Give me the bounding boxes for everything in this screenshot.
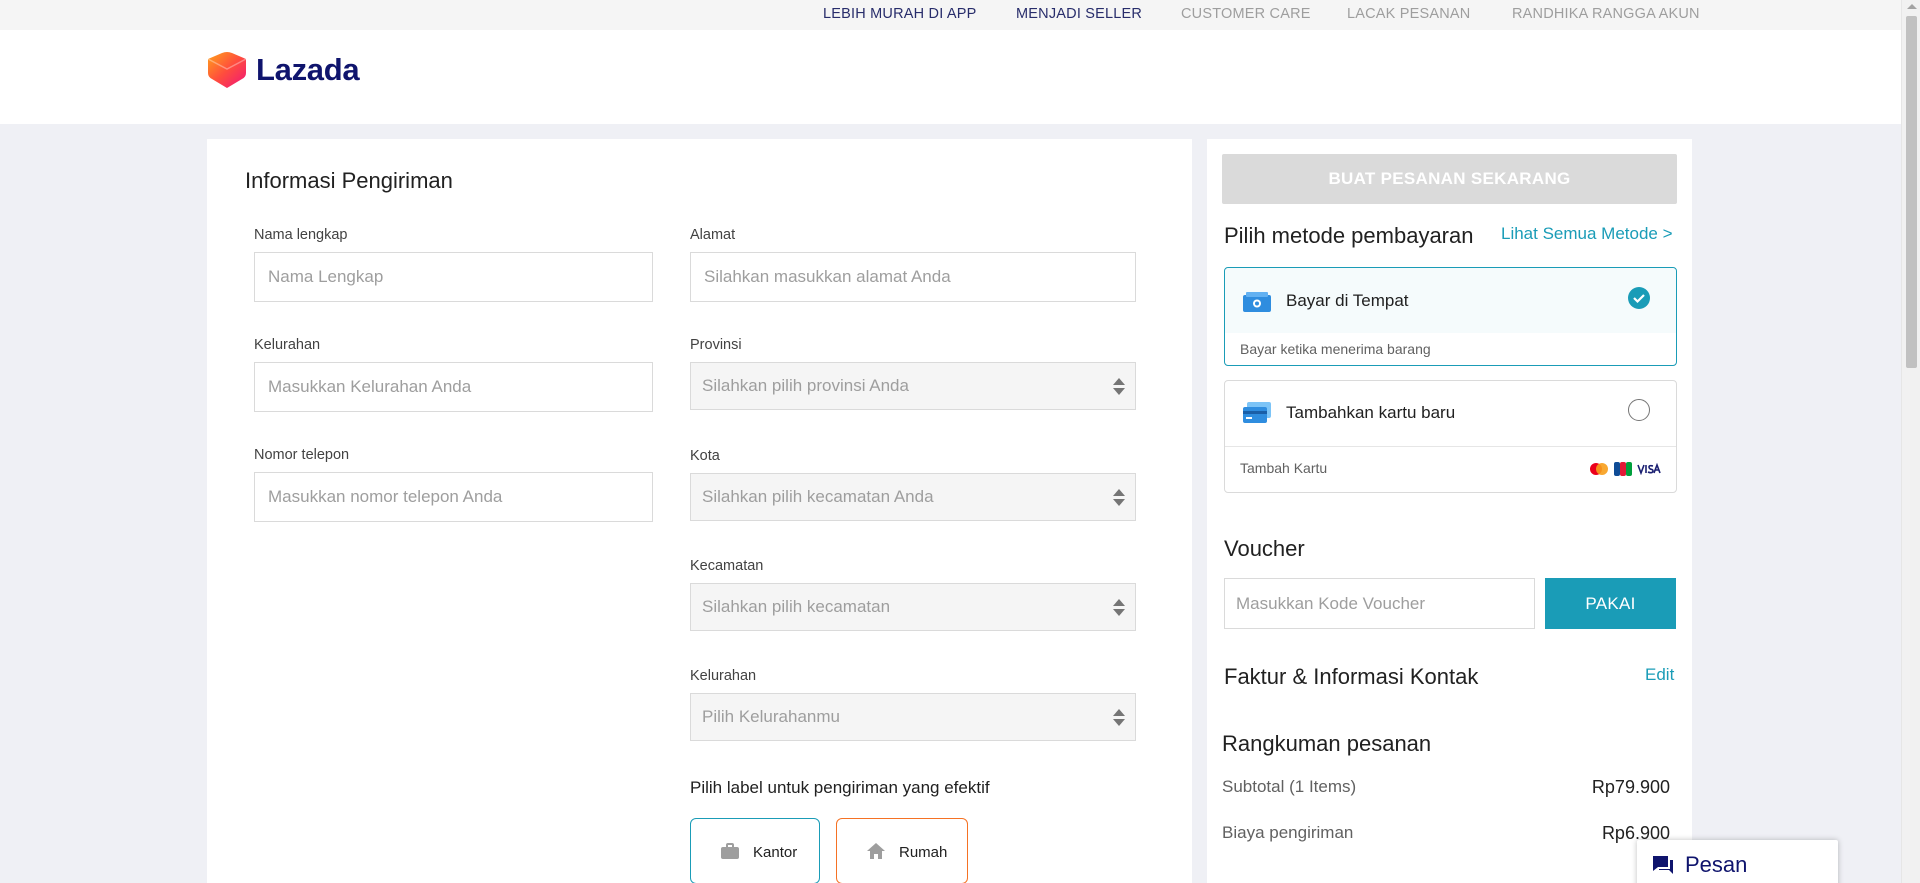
address-label: Alamat bbox=[690, 227, 736, 243]
kelurahan-input[interactable]: Masukkan Kelurahan Anda bbox=[254, 362, 653, 412]
district-label: Kecamatan bbox=[690, 558, 764, 574]
new-card-title: Tambahkan kartu baru bbox=[1286, 403, 1456, 422]
payment-option-new-card[interactable]: Tambahkan kartu baru Tambah Kartu bbox=[1224, 380, 1677, 493]
select-arrows-icon bbox=[1113, 709, 1125, 727]
briefcase-icon bbox=[721, 843, 739, 859]
subtotal-value: Rp79.900 bbox=[1591, 777, 1670, 797]
city-select-value: Silahkan pilih kecamatan Anda bbox=[702, 487, 934, 506]
shipping-title: Informasi Pengiriman bbox=[245, 168, 453, 193]
name-label: Nama lengkap bbox=[254, 227, 348, 243]
invoice-edit-link[interactable]: Edit bbox=[1645, 665, 1674, 685]
shipping-fee-label: Biaya pengiriman bbox=[1222, 823, 1354, 842]
name-input[interactable]: Nama Lengkap bbox=[254, 252, 653, 302]
divider bbox=[1225, 446, 1676, 447]
address-label-prompt: Pilih label untuk pengiriman yang efekti… bbox=[690, 778, 990, 797]
cod-subtitle: Bayar ketika menerima barang bbox=[1240, 341, 1431, 357]
see-all-methods-link[interactable]: Lihat Semua Metode > bbox=[1501, 224, 1673, 244]
site-header: Lazada bbox=[0, 30, 1901, 124]
kelurahan-label: Kelurahan bbox=[254, 337, 321, 353]
check-circle-icon bbox=[1628, 287, 1650, 309]
payment-title: Pilih metode pembayaran bbox=[1224, 223, 1474, 248]
address-input[interactable]: Silahkan masukkan alamat Anda bbox=[690, 252, 1136, 302]
province-select[interactable]: Silahkan pilih provinsi Anda bbox=[690, 362, 1136, 410]
city-label: Kota bbox=[690, 448, 720, 464]
top-utility-bar: LEBIH MURAH DI APP MENJADI SELLER CUSTOM… bbox=[0, 0, 1901, 30]
label-office-text: Kantor bbox=[753, 844, 798, 861]
summary-title: Rangkuman pesanan bbox=[1222, 731, 1432, 756]
select-arrows-icon bbox=[1113, 599, 1125, 617]
subdistrict-select-value: Pilih Kelurahanmu bbox=[702, 707, 840, 726]
customer-care-link[interactable]: CUSTOMER CARE bbox=[1181, 6, 1311, 22]
seller-link[interactable]: MENJADI SELLER bbox=[1016, 6, 1142, 22]
radio-unchecked-icon bbox=[1628, 399, 1650, 421]
voucher-title: Voucher bbox=[1224, 536, 1305, 561]
home-icon bbox=[867, 843, 885, 859]
apply-voucher-button[interactable]: PAKAI bbox=[1545, 578, 1676, 629]
track-order-link[interactable]: LACAK PESANAN bbox=[1347, 6, 1470, 22]
voucher-input[interactable]: Masukkan Kode Voucher bbox=[1224, 578, 1535, 629]
app-link[interactable]: LEBIH MURAH DI APP bbox=[823, 6, 976, 22]
province-label: Provinsi bbox=[690, 337, 742, 353]
chat-widget[interactable]: Pesan bbox=[1637, 840, 1838, 883]
phone-label: Nomor telepon bbox=[254, 447, 350, 463]
lazada-logo[interactable]: Lazada bbox=[206, 50, 360, 90]
chat-label: Pesan bbox=[1685, 852, 1748, 877]
label-home-button[interactable]: Rumah bbox=[836, 818, 968, 883]
chat-bubble-icon bbox=[1653, 856, 1673, 874]
city-select[interactable]: Silahkan pilih kecamatan Anda bbox=[690, 473, 1136, 521]
subdistrict-label: Kelurahan bbox=[690, 668, 757, 684]
account-link[interactable]: RANDHIKA RANGGA AKUN bbox=[1512, 6, 1700, 22]
invoice-title: Faktur & Informasi Kontak bbox=[1224, 664, 1479, 689]
label-office-button[interactable]: Kantor bbox=[690, 818, 820, 883]
logo-wordmark: Lazada bbox=[256, 52, 360, 87]
cod-title: Bayar di Tempat bbox=[1286, 291, 1409, 310]
select-arrows-icon bbox=[1113, 378, 1125, 396]
add-card-label: Tambah Kartu bbox=[1240, 460, 1328, 476]
order-panel bbox=[1207, 139, 1692, 883]
district-select-value: Silahkan pilih kecamatan bbox=[702, 597, 891, 616]
district-select[interactable]: Silahkan pilih kecamatan bbox=[690, 583, 1136, 631]
label-home-text: Rumah bbox=[899, 844, 948, 861]
visa-icon bbox=[1637, 463, 1661, 475]
lazada-heart-icon bbox=[207, 52, 247, 88]
cash-icon bbox=[1243, 292, 1271, 312]
mastercard-icon bbox=[1590, 463, 1608, 475]
jcb-icon bbox=[1614, 462, 1632, 476]
place-order-button[interactable]: BUAT PESANAN SEKARANG bbox=[1222, 154, 1677, 204]
credit-card-icon bbox=[1243, 402, 1271, 423]
phone-input[interactable]: Masukkan nomor telepon Anda bbox=[254, 472, 653, 522]
subtotal-label: Subtotal (1 Items) bbox=[1222, 777, 1357, 796]
scroll-up-arrow-icon[interactable] bbox=[1907, 4, 1917, 9]
scrollbar-thumb[interactable] bbox=[1906, 16, 1917, 368]
subdistrict-select[interactable]: Pilih Kelurahanmu bbox=[690, 693, 1136, 741]
select-arrows-icon bbox=[1113, 489, 1125, 507]
page-scrollbar[interactable] bbox=[1901, 0, 1920, 883]
payment-option-cod[interactable]: Bayar di Tempat Bayar ketika menerima ba… bbox=[1224, 267, 1677, 366]
province-select-value: Silahkan pilih provinsi Anda bbox=[702, 376, 909, 395]
